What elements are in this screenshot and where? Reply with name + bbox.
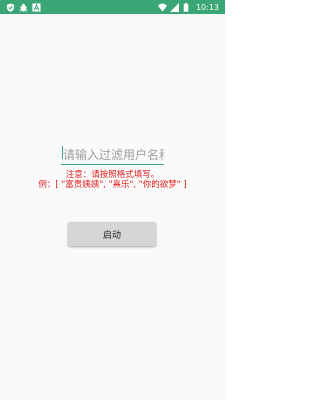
main-content: 注意：请按照格式填写。 例：[ "富贵姨姨", "熹乐", "你的欲梦" ] 启… — [0, 14, 225, 400]
filter-username-input[interactable] — [61, 146, 164, 165]
wifi-icon — [157, 3, 167, 12]
signal-icon — [169, 2, 179, 12]
font-a-icon — [32, 2, 41, 12]
app-screen: 10:13 注意：请按照格式填写。 例：[ "富贵姨姨", "熹乐", "你的欲… — [0, 0, 225, 400]
status-time: 10:13 — [195, 2, 219, 12]
status-bar-left — [6, 2, 41, 12]
battery-icon — [182, 2, 191, 12]
format-example-text: 例：[ "富贵姨姨", "熹乐", "你的欲梦" ] — [38, 180, 187, 190]
filter-input-wrapper — [61, 144, 164, 165]
start-button[interactable]: 启动 — [68, 222, 156, 246]
start-button-label: 启动 — [102, 230, 121, 241]
status-bar-right: 10:13 — [157, 2, 219, 12]
shield-check-icon — [6, 2, 15, 12]
text-cursor — [62, 146, 63, 159]
status-bar: 10:13 — [0, 0, 225, 14]
bug-icon — [19, 3, 28, 12]
